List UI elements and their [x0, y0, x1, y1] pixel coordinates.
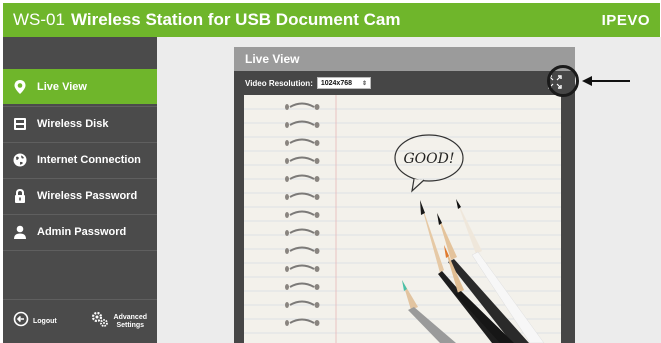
- app-header: WS-01 Wireless Station for USB Document …: [3, 3, 660, 37]
- live-view-panel: Live View Video Resolution: 1024x768 ⇕ G…: [234, 47, 575, 343]
- resolution-label: Video Resolution:: [245, 78, 313, 88]
- sidebar-item-admin-password[interactable]: Admin Password: [3, 214, 157, 249]
- sidebar-item-label: Internet Connection: [37, 154, 141, 166]
- advanced-label-line2: Settings: [116, 321, 145, 329]
- pointer-arrow-icon: [582, 74, 632, 92]
- sidebar-item-label: Live View: [37, 81, 87, 93]
- sidebar-item-live-view[interactable]: Live View: [3, 69, 157, 104]
- model-name: WS-01: [13, 10, 65, 29]
- logout-button[interactable]: Logout: [13, 311, 57, 332]
- logout-icon: [13, 311, 29, 332]
- panel-title: Live View: [234, 47, 575, 71]
- select-arrows-icon: ⇕: [362, 80, 368, 87]
- location-pin-icon: [3, 79, 37, 95]
- resolution-select[interactable]: 1024x768 ⇕: [316, 77, 372, 89]
- advanced-label-line1: Advanced: [113, 313, 147, 321]
- highlight-circle: [547, 65, 579, 97]
- lock-icon: [3, 188, 37, 204]
- sidebar-item-wireless-password[interactable]: Wireless Password: [3, 178, 157, 213]
- advanced-settings-label: Advanced Settings: [114, 314, 147, 330]
- brand-logo: IPEVO: [601, 11, 650, 29]
- sidebar: Live View Wireless Disk Internet Connect…: [3, 37, 157, 343]
- camera-image: GOOD!: [244, 95, 561, 343]
- app-title: WS-01 Wireless Station for USB Document …: [13, 10, 401, 30]
- live-video-feed: GOOD!: [244, 95, 561, 343]
- globe-icon: [3, 152, 37, 168]
- sidebar-footer: Logout Advanced Settings: [3, 299, 157, 343]
- disk-icon: [3, 116, 37, 132]
- sidebar-item-label: Wireless Password: [37, 190, 138, 202]
- product-title: Wireless Station for USB Document Cam: [70, 10, 401, 29]
- sidebar-item-internet-connection[interactable]: Internet Connection: [3, 142, 157, 177]
- user-icon: [3, 224, 37, 240]
- sidebar-divider: [3, 250, 157, 285]
- sidebar-item-wireless-disk[interactable]: Wireless Disk: [3, 106, 157, 141]
- sidebar-item-label: Admin Password: [37, 226, 127, 238]
- handwritten-text: GOOD!: [404, 151, 455, 167]
- advanced-settings-button[interactable]: Advanced Settings: [90, 310, 147, 333]
- sidebar-item-label: Wireless Disk: [37, 118, 109, 130]
- resolution-value: 1024x768: [320, 79, 353, 87]
- logout-label: Logout: [33, 317, 57, 325]
- video-toolbar: Video Resolution: 1024x768 ⇕: [234, 71, 575, 95]
- gears-icon: [90, 310, 110, 333]
